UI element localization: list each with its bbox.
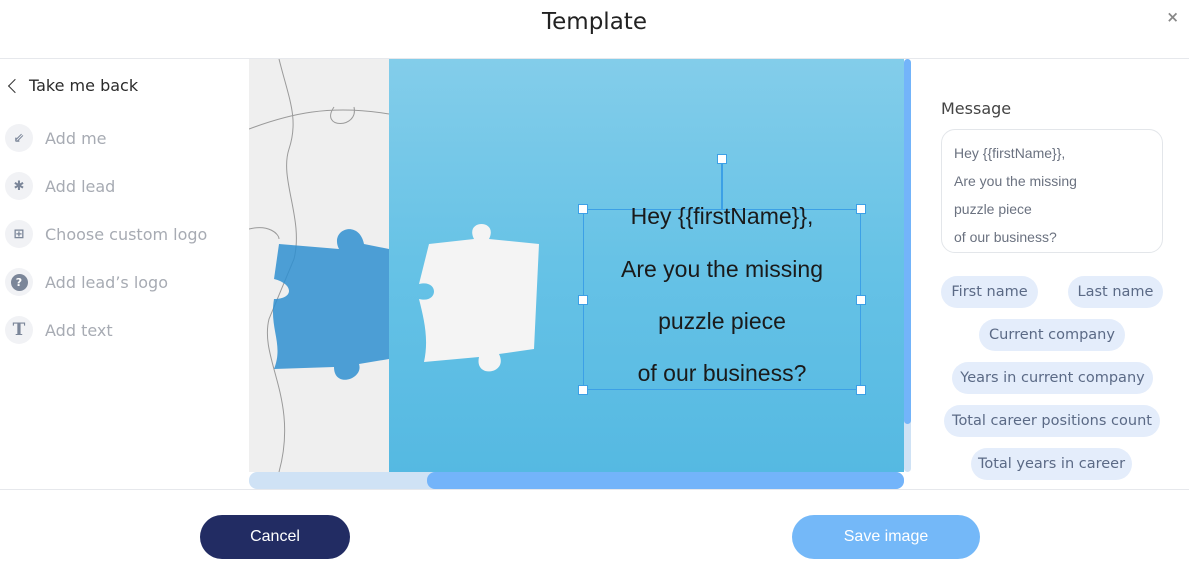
sidebar-item-label: Add lead’s logo	[45, 272, 168, 292]
sidebar: Take me back ⇙ Add me ✱ Add lead ⊞ Choos…	[0, 60, 249, 490]
take-me-back-link[interactable]: Take me back	[7, 76, 139, 95]
message-label: Message	[941, 99, 1012, 118]
text-line: of our business?	[637, 360, 807, 386]
canvas-area: Hey {{firstName}}, Are you the missing p…	[249, 59, 912, 490]
image-canvas[interactable]: Hey {{firstName}}, Are you the missing p…	[249, 59, 904, 472]
variable-chip-total-years-in-career[interactable]: Total years in career	[971, 448, 1132, 480]
chevron-left-icon	[7, 78, 23, 93]
template-modal: Template × Take me back ⇙ Add me ✱ Add l…	[0, 0, 1189, 570]
message-line: Hey {{firstName}},	[954, 145, 1066, 161]
puzzle-hole	[272, 229, 389, 380]
person-star-icon: ✱	[5, 172, 33, 200]
resize-handle-left[interactable]	[578, 295, 588, 305]
sidebar-item-label: Add me	[45, 128, 107, 148]
text-icon: T	[5, 316, 33, 344]
save-image-button[interactable]: Save image	[792, 515, 980, 559]
variable-chip-years-in-current-company[interactable]: Years in current company	[952, 362, 1153, 394]
message-line: Are you the missing	[954, 173, 1077, 189]
resize-handle-top-right[interactable]	[856, 204, 866, 214]
rotate-handle[interactable]	[717, 154, 727, 164]
take-me-back-label: Take me back	[29, 76, 139, 95]
person-arrow-icon: ⇙	[5, 124, 33, 152]
resize-handle-bottom-right[interactable]	[856, 385, 866, 395]
text-line: Are you the missing	[621, 256, 823, 282]
puzzle-piece	[419, 224, 539, 372]
sidebar-item-label: Add lead	[45, 176, 116, 196]
text-element[interactable]: Hey {{firstName}}, Are you the missing p…	[583, 203, 861, 390]
text-line: Hey {{firstName}},	[630, 203, 814, 229]
resize-handle-top-left[interactable]	[578, 204, 588, 214]
cancel-button[interactable]: Cancel	[200, 515, 350, 559]
variable-chip-total-career-positions-count[interactable]: Total career positions count	[944, 405, 1160, 437]
sidebar-item-choose-custom-logo[interactable]: ⊞ Choose custom logo	[5, 220, 207, 248]
variable-chip-current-company[interactable]: Current company	[979, 319, 1125, 351]
close-icon[interactable]: ×	[1166, 8, 1179, 26]
variable-chip-last-name[interactable]: Last name	[1068, 276, 1163, 308]
vertical-scrollbar-thumb[interactable]	[904, 59, 911, 424]
resize-handle-right[interactable]	[856, 295, 866, 305]
question-icon: ?	[5, 268, 33, 296]
message-input[interactable]: Hey {{firstName}}, Are you the missing p…	[941, 129, 1163, 253]
message-line: puzzle piece	[954, 201, 1032, 217]
sidebar-item-add-text[interactable]: T Add text	[5, 316, 113, 344]
variable-chip-first-name[interactable]: First name	[941, 276, 1038, 308]
message-panel: Message Hey {{firstName}}, Are you the m…	[912, 59, 1189, 490]
sidebar-item-add-leads-logo[interactable]: ? Add lead’s logo	[5, 268, 168, 296]
sidebar-item-label: Add text	[45, 320, 113, 340]
horizontal-scrollbar-thumb[interactable]	[427, 472, 904, 489]
text-line: puzzle piece	[658, 308, 786, 334]
sidebar-item-add-lead[interactable]: ✱ Add lead	[5, 172, 115, 200]
modal-title: Template	[542, 9, 647, 35]
sidebar-item-label: Choose custom logo	[45, 224, 208, 244]
sidebar-item-add-me[interactable]: ⇙ Add me	[5, 124, 107, 152]
logo-grid-icon: ⊞	[5, 220, 33, 248]
resize-handle-bottom-left[interactable]	[578, 385, 588, 395]
modal-footer: Cancel Save image	[0, 489, 1189, 570]
modal-header: Template ×	[0, 0, 1189, 59]
message-line: of our business?	[954, 229, 1057, 245]
